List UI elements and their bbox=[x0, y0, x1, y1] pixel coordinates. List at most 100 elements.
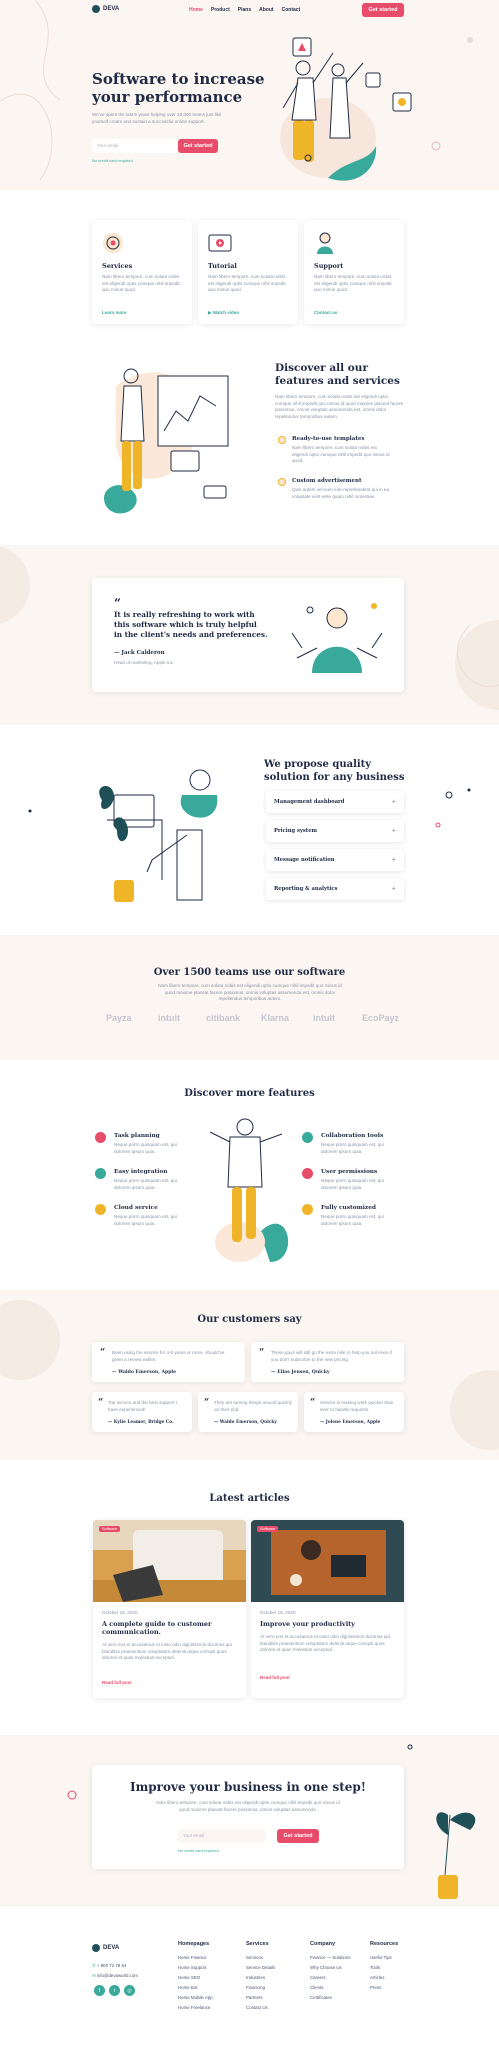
feature-title: Task planning bbox=[114, 1133, 160, 1139]
review-author: — Elias Jensen, Quicky bbox=[271, 1370, 330, 1375]
accordion-reporting-analytics[interactable]: Reporting & analytics + bbox=[266, 878, 404, 900]
nav-product[interactable]: Product bbox=[211, 7, 230, 13]
nav-plans[interactable]: Plans bbox=[238, 7, 251, 13]
quote-icon: “ bbox=[204, 1398, 210, 1408]
feature-title: Collaboration tools bbox=[321, 1133, 384, 1139]
footer-link[interactable]: Finance — Solutions bbox=[310, 1955, 351, 1960]
read-more-link[interactable]: Read full post bbox=[102, 1680, 132, 1685]
article-tag[interactable]: Software bbox=[257, 1526, 278, 1532]
user-permissions-icon bbox=[302, 1168, 313, 1179]
review-text: Service is making work quicker than ever… bbox=[320, 1400, 394, 1412]
footer-link[interactable]: Financing bbox=[246, 1985, 265, 1990]
partner-logo: citibank bbox=[206, 1013, 241, 1023]
service-card-tutorial: Tutorial Nam libero tempore, cum soluta … bbox=[198, 220, 298, 324]
footer-link[interactable]: Press bbox=[370, 1985, 381, 1990]
footer-link[interactable]: Tools bbox=[370, 1965, 380, 1970]
accordion-management-dashboard[interactable]: Management dashboard + bbox=[266, 791, 404, 813]
cta-get-started-button[interactable]: Get started bbox=[277, 1829, 319, 1843]
video-play-icon bbox=[208, 234, 232, 252]
instagram-icon[interactable]: ◎ bbox=[124, 1985, 135, 1996]
footer-link[interactable]: Careers bbox=[310, 1975, 326, 1980]
task-planning-icon bbox=[95, 1132, 106, 1143]
service-card-services: Services Nam libero tempore, cum soluta … bbox=[92, 220, 192, 324]
feature-title: Fully customized bbox=[321, 1205, 376, 1211]
article-card[interactable]: Software October 16, 2020 Improve your p… bbox=[251, 1520, 404, 1698]
footer-link[interactable]: Certificates bbox=[310, 1995, 332, 2000]
watch-video-link[interactable]: ▶ Watch video bbox=[208, 310, 239, 316]
footer-column-title: Services bbox=[246, 1941, 269, 1947]
article-excerpt: At vero eos et accusamus et iusto odio d… bbox=[260, 1634, 390, 1652]
testimonial-role: Head of marketing, Apple Inc. bbox=[114, 660, 175, 665]
quote-icon: “ bbox=[310, 1398, 316, 1408]
footer-email[interactable]: ✉ info@devaworld.com bbox=[92, 1973, 138, 1979]
articles-section: Latest articles Software October 16, 202… bbox=[0, 1465, 499, 1735]
footer-phone[interactable]: ✆ + 800 72 78 54 bbox=[92, 1963, 126, 1969]
logo-icon bbox=[92, 1944, 100, 1952]
hero-get-started-button[interactable]: Get started bbox=[178, 139, 218, 153]
article-tag[interactable]: Software bbox=[99, 1526, 120, 1532]
footer-link[interactable]: Home Mobile App bbox=[178, 1995, 213, 2000]
nav-get-started-button[interactable]: Get started bbox=[362, 3, 404, 17]
footer-link[interactable]: Articles bbox=[370, 1975, 384, 1980]
footer-link[interactable]: Industries bbox=[246, 1975, 265, 1980]
footer-link[interactable]: Home Bot bbox=[178, 1985, 198, 1990]
testimonial-author: — Jack Calderon bbox=[114, 650, 165, 656]
partner-logo: intuit bbox=[158, 1013, 180, 1023]
footer-link[interactable]: Contact Us bbox=[246, 2005, 268, 2010]
service-title: Support bbox=[314, 262, 344, 270]
review-card: “ Service is making work quicker than ev… bbox=[304, 1392, 404, 1432]
background-dots bbox=[28, 788, 471, 828]
footer-link[interactable]: Home Support bbox=[178, 1965, 206, 1970]
articles-title: Latest articles bbox=[209, 1493, 290, 1504]
hero-title: Software to increase your performance bbox=[92, 70, 265, 106]
discover-section: Discover all our features and services N… bbox=[0, 340, 499, 540]
features-illustration bbox=[209, 1118, 289, 1262]
hero-email-input[interactable]: Your email bbox=[92, 139, 177, 153]
accordion-pricing-system[interactable]: Pricing system + bbox=[266, 820, 404, 842]
footer-link[interactable]: Service Details bbox=[246, 1965, 275, 1970]
footer-link[interactable]: Why Choose Us bbox=[310, 1965, 342, 1970]
teams-title: Over 1500 teams use our software bbox=[153, 967, 346, 978]
accordion-message-notification[interactable]: Message notification + bbox=[266, 849, 404, 871]
contact-us-link[interactable]: Contact us bbox=[314, 310, 337, 315]
feature-item-text: Quis autem vel eum iure reprehenderit qu… bbox=[292, 487, 390, 499]
feature-item-title: Ready-to-use templates bbox=[292, 436, 365, 442]
review-author: — Jolene Emerson, Apple bbox=[320, 1420, 381, 1425]
customers-title: Our customers say bbox=[197, 1314, 302, 1325]
customize-icon bbox=[302, 1204, 313, 1215]
plus-icon: + bbox=[391, 799, 396, 805]
feature-text: Neque porro quisquam est, qui dolorem ip… bbox=[321, 1214, 384, 1226]
check-icon bbox=[278, 478, 286, 486]
footer-link[interactable]: Home Freelance bbox=[178, 2005, 210, 2010]
article-image bbox=[93, 1520, 246, 1602]
logo[interactable]: DEVA bbox=[92, 5, 119, 13]
article-card[interactable]: Software October 16, 2020 A complete gui… bbox=[93, 1520, 246, 1698]
read-more-link[interactable]: Read full post bbox=[260, 1675, 290, 1680]
cta-email-input[interactable]: Your email bbox=[178, 1829, 266, 1843]
footer-link[interactable]: Clients bbox=[310, 1985, 323, 1990]
more-features-title: Discover more features bbox=[184, 1088, 315, 1099]
discover-illustration bbox=[103, 368, 229, 514]
footer-column-title: Company bbox=[310, 1941, 336, 1947]
footer-link[interactable]: Useful Tips bbox=[370, 1955, 392, 1960]
footer-link[interactable]: Home Finance bbox=[178, 1955, 207, 1960]
feature-text: Neque porro quisquam est, qui dolorem ip… bbox=[114, 1178, 177, 1190]
feature-text: Neque porro quisquam est, qui dolorem ip… bbox=[114, 1214, 177, 1226]
nav-contact[interactable]: Contact bbox=[282, 7, 301, 13]
footer-link[interactable]: Services bbox=[246, 1955, 263, 1960]
footer-link[interactable]: Home SEO bbox=[178, 1975, 200, 1980]
twitter-icon[interactable]: t bbox=[109, 1985, 120, 1996]
quote-icon: “ bbox=[259, 1348, 265, 1358]
learn-more-link[interactable]: Learn more bbox=[102, 310, 127, 315]
nav-home[interactable]: Home bbox=[189, 7, 203, 13]
service-title: Tutorial bbox=[208, 262, 237, 270]
footer-logo[interactable]: DEVA bbox=[92, 1944, 119, 1952]
nav-about[interactable]: About bbox=[259, 7, 273, 13]
feature-title: User permissions bbox=[321, 1169, 378, 1175]
facebook-icon[interactable]: f bbox=[94, 1985, 105, 1996]
service-text: Nam libero tempore, cum soluta nobis est… bbox=[208, 274, 286, 292]
customers-section: Our customers say “ Been using the servi… bbox=[0, 1290, 499, 1460]
footer-link[interactable]: Partners bbox=[246, 1995, 263, 2000]
quote-icon: “ bbox=[98, 1398, 104, 1408]
cta-title: Improve your business in one step! bbox=[129, 1780, 367, 1794]
